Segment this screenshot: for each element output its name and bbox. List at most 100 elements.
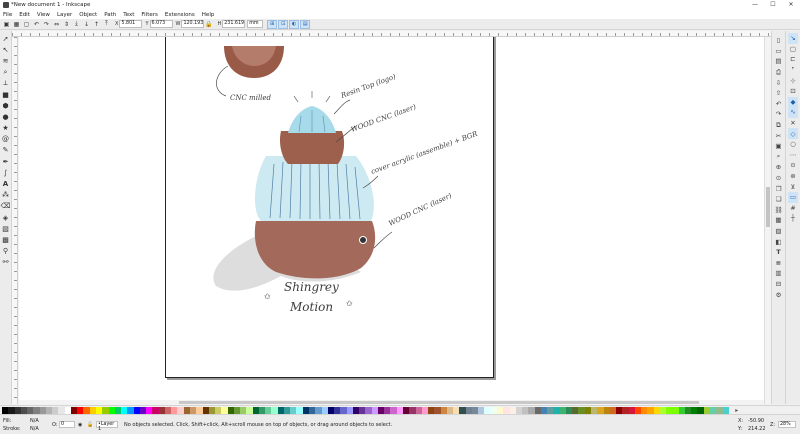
export-icon[interactable]: ⇧ bbox=[774, 88, 784, 99]
snap-intersections-icon[interactable]: ✕ bbox=[788, 118, 798, 129]
select-all-icon[interactable]: ▣ bbox=[2, 20, 11, 29]
menu-view[interactable]: View bbox=[37, 12, 50, 18]
move-patterns-toggle[interactable]: ▤ bbox=[300, 19, 311, 29]
snap-cusp-nodes-icon[interactable]: ◇ bbox=[788, 128, 798, 139]
snap-bbox-icon[interactable]: ▢ bbox=[788, 44, 798, 55]
save-icon[interactable]: ▤ bbox=[774, 56, 784, 67]
stroke-value[interactable]: N/A bbox=[30, 426, 39, 432]
menu-filters[interactable]: Filters bbox=[141, 12, 158, 18]
ellipse-tool-icon[interactable]: ● bbox=[1, 111, 11, 122]
horizontal-scroll-thumb[interactable] bbox=[179, 401, 699, 404]
new-document-icon[interactable]: ▯ bbox=[774, 35, 784, 46]
menu-text[interactable]: Text bbox=[123, 12, 134, 18]
snap-toggle-icon[interactable]: ↘ bbox=[788, 33, 798, 44]
dropper-tool-icon[interactable]: ⚲ bbox=[1, 246, 11, 257]
connector-tool-icon[interactable]: ⚯ bbox=[1, 257, 11, 268]
layers-icon[interactable]: ≣ bbox=[774, 257, 784, 268]
unit-select[interactable]: mm bbox=[247, 20, 264, 28]
zoom-selection-icon[interactable]: ⌕ bbox=[774, 152, 784, 163]
menu-layer[interactable]: Layer bbox=[57, 12, 72, 18]
copy-icon[interactable]: ⧉ bbox=[774, 120, 784, 131]
snap-rotation-centers-icon[interactable]: ⊛ bbox=[788, 171, 798, 182]
palette-swatch[interactable] bbox=[722, 406, 729, 414]
preferences-icon[interactable]: ⚙ bbox=[774, 289, 784, 300]
snap-bbox-corners-icon[interactable]: ⌜ bbox=[788, 65, 798, 76]
layer-lock-icon[interactable]: 🔓 bbox=[87, 422, 93, 428]
snap-text-baseline-icon[interactable]: ⊻ bbox=[788, 181, 798, 192]
snap-guides-icon[interactable]: ┼ bbox=[788, 213, 798, 224]
raise-top-icon[interactable]: ⤒ bbox=[102, 20, 111, 29]
unlink-clone-icon[interactable]: ⛓ bbox=[774, 205, 784, 216]
zoom-field[interactable]: 28% bbox=[778, 421, 796, 428]
eraser-tool-icon[interactable]: ⌫ bbox=[1, 201, 11, 212]
rectangle-tool-icon[interactable]: ■ bbox=[1, 89, 11, 100]
y-field[interactable]: 6.073 bbox=[149, 20, 173, 28]
snap-page-border-icon[interactable]: ▭ bbox=[788, 191, 798, 203]
menu-path[interactable]: Path bbox=[104, 12, 116, 18]
move-gradients-toggle[interactable]: ◐ bbox=[289, 19, 300, 29]
sketch-drawing[interactable]: CNC milled Resin Top (logo) WOOD CNC (la… bbox=[166, 37, 495, 379]
snap-midpoints-icon[interactable]: ⋯ bbox=[788, 150, 798, 161]
spray-tool-icon[interactable]: ⁂ bbox=[1, 190, 11, 201]
star-tool-icon[interactable]: ★ bbox=[1, 123, 11, 134]
lower-bottom-icon[interactable]: ⤓ bbox=[72, 20, 81, 29]
zoom-tool-icon[interactable]: ⌕ bbox=[1, 67, 11, 78]
snap-smooth-nodes-icon[interactable]: ○ bbox=[788, 139, 798, 150]
layer-select[interactable]: •Layer 1 bbox=[96, 421, 118, 432]
redo-icon[interactable]: ↷ bbox=[774, 109, 784, 120]
scale-corners-toggle[interactable]: ⊡ bbox=[278, 19, 289, 29]
menu-extensions[interactable]: Extensions bbox=[165, 12, 195, 18]
node-tool-icon[interactable]: ↖ bbox=[1, 44, 11, 55]
raise-icon[interactable]: ↑ bbox=[92, 20, 101, 29]
ungroup-icon[interactable]: ▧ bbox=[774, 226, 784, 237]
selector-tool-icon[interactable]: ➚ bbox=[1, 33, 11, 44]
flip-horizontal-icon[interactable]: ⇔ bbox=[52, 20, 61, 29]
lock-icon[interactable]: 🔒 bbox=[204, 20, 213, 29]
3d-box-tool-icon[interactable]: ⬢ bbox=[1, 100, 11, 111]
canvas[interactable]: CNC milled Resin Top (logo) WOOD CNC (la… bbox=[19, 37, 771, 404]
lower-icon[interactable]: ↓ bbox=[82, 20, 91, 29]
spiral-tool-icon[interactable]: @ bbox=[1, 134, 11, 145]
palette-swatches[interactable] bbox=[2, 406, 729, 414]
maximize-button[interactable]: ☐ bbox=[764, 0, 782, 10]
vertical-scrollbar[interactable] bbox=[764, 37, 771, 404]
gradient-tool-icon[interactable]: ▧ bbox=[1, 223, 11, 234]
snap-grids-icon[interactable]: # bbox=[788, 203, 798, 214]
vertical-ruler[interactable] bbox=[12, 37, 18, 404]
text-tool-icon[interactable]: A bbox=[1, 178, 11, 189]
width-field[interactable]: 120.193 bbox=[181, 20, 205, 28]
print-icon[interactable]: ⎙ bbox=[774, 67, 784, 78]
calligraphy-tool-icon[interactable]: ∫ bbox=[1, 167, 11, 178]
layer-visibility-icon[interactable]: ◉ bbox=[78, 422, 82, 428]
group-icon[interactable]: ▦ bbox=[774, 215, 784, 226]
zoom-page-icon[interactable]: ⊙ bbox=[774, 173, 784, 184]
fill-stroke-icon[interactable]: ◧ bbox=[774, 236, 784, 247]
menu-object[interactable]: Object bbox=[79, 12, 97, 18]
fill-value[interactable]: N/A bbox=[30, 418, 39, 424]
palette-menu-icon[interactable]: ▸ bbox=[733, 407, 741, 414]
measure-tool-icon[interactable]: ⟂ bbox=[1, 78, 11, 89]
snap-bbox-midpoints-icon[interactable]: ⊹ bbox=[788, 75, 798, 86]
snap-bbox-centers-icon[interactable]: ⊡ bbox=[788, 86, 798, 97]
paste-icon[interactable]: ▣ bbox=[774, 141, 784, 152]
snap-nodes-icon[interactable]: ◆ bbox=[788, 96, 798, 108]
rotate-ccw-icon[interactable]: ↶ bbox=[32, 20, 41, 29]
x-field[interactable]: 5.801 bbox=[119, 20, 143, 28]
paint-bucket-tool-icon[interactable]: ◈ bbox=[1, 212, 11, 223]
rotate-cw-icon[interactable]: ↷ bbox=[42, 20, 51, 29]
height-field[interactable]: 231.619 bbox=[222, 20, 246, 28]
clone-icon[interactable]: ❏ bbox=[774, 194, 784, 205]
flip-vertical-icon[interactable]: ⇕ bbox=[62, 20, 71, 29]
vertical-scroll-thumb[interactable] bbox=[766, 187, 770, 227]
menu-edit[interactable]: Edit bbox=[19, 12, 30, 18]
snap-paths-icon[interactable]: ∿ bbox=[788, 107, 798, 118]
open-icon[interactable]: ▭ bbox=[774, 46, 784, 57]
snap-bbox-edges-icon[interactable]: ⊏ bbox=[788, 54, 798, 65]
undo-icon[interactable]: ↶ bbox=[774, 99, 784, 110]
menu-help[interactable]: Help bbox=[202, 12, 215, 18]
select-all-layers-icon[interactable]: ▦ bbox=[12, 20, 21, 29]
pen-tool-icon[interactable]: ✒ bbox=[1, 156, 11, 167]
zoom-drawing-icon[interactable]: ⊕ bbox=[774, 162, 784, 173]
import-icon[interactable]: ⇩ bbox=[774, 77, 784, 88]
tweak-tool-icon[interactable]: ≋ bbox=[1, 55, 11, 66]
